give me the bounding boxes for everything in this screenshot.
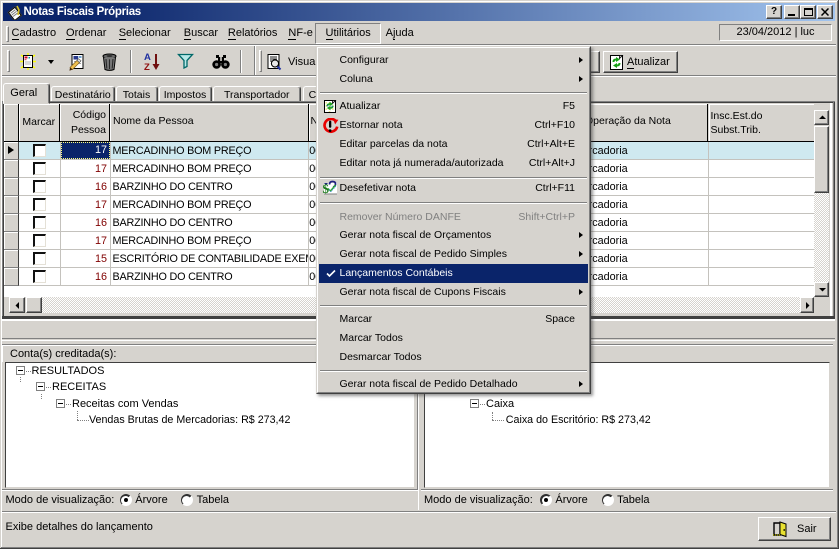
svg-text:$: $ <box>323 181 330 196</box>
svg-text:Z: Z <box>144 62 150 72</box>
